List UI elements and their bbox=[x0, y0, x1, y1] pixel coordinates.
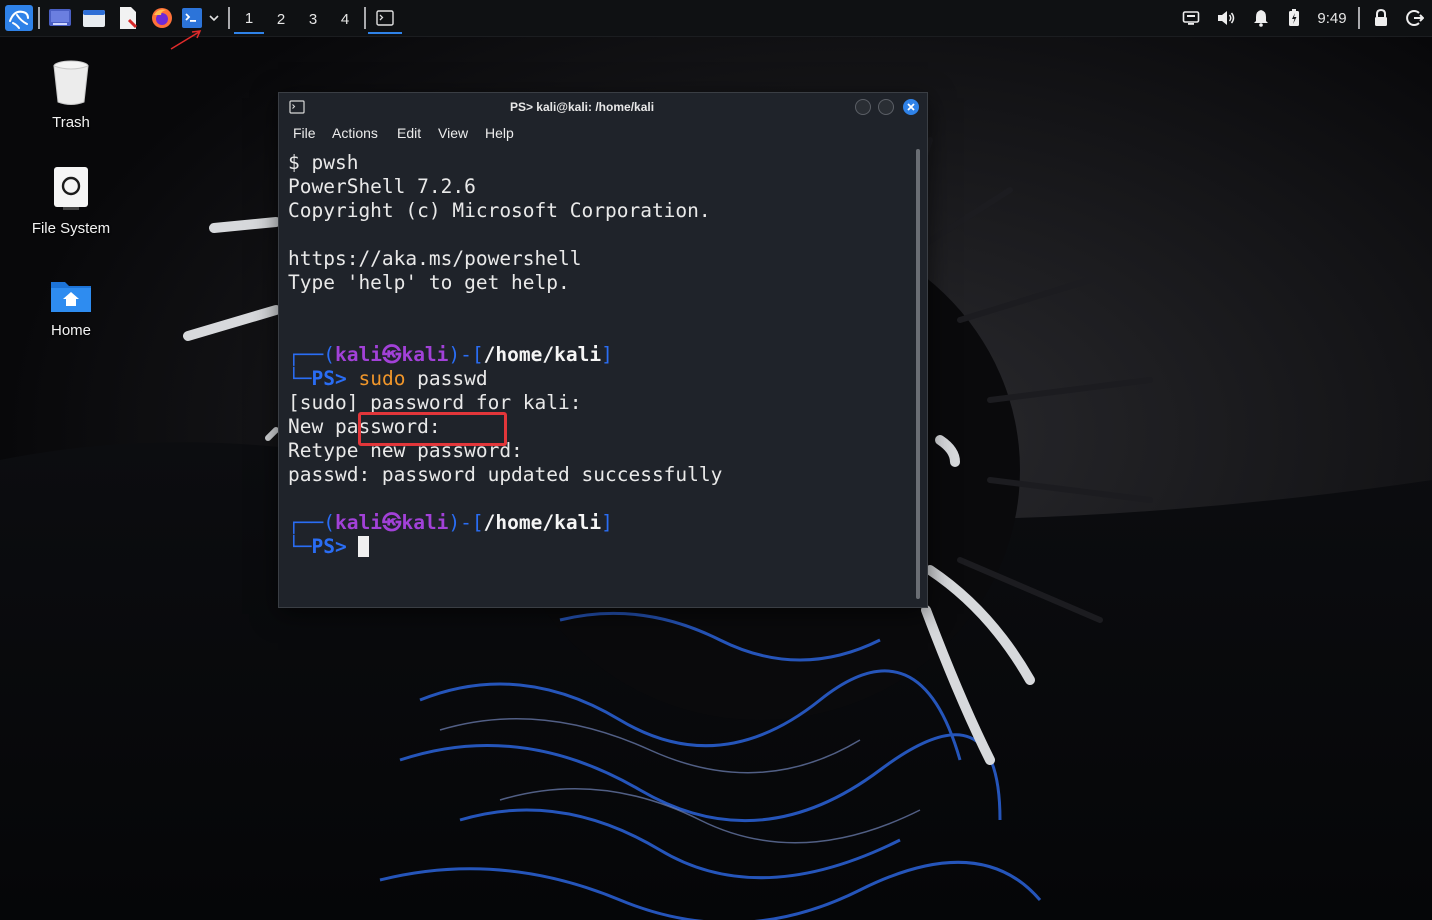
file-manager-launcher[interactable] bbox=[80, 4, 108, 32]
annotation-arrow bbox=[170, 30, 202, 50]
display-button[interactable] bbox=[1180, 6, 1202, 30]
taskbar-terminal-window[interactable] bbox=[368, 4, 402, 34]
output-line: https://aka.ms/powershell bbox=[288, 247, 582, 270]
output-line: PowerShell 7.2.6 bbox=[288, 175, 476, 198]
command-args: passwd bbox=[405, 367, 488, 390]
desktop-icon-trash[interactable]: Trash bbox=[16, 58, 126, 131]
output-line: $ pwsh bbox=[288, 151, 359, 174]
terminal-window[interactable]: PS> kali@kali: /home/kali File Actions E… bbox=[278, 92, 928, 608]
firefox-icon bbox=[152, 8, 172, 28]
terminal-icon bbox=[182, 8, 202, 28]
lock-screen-button[interactable] bbox=[1370, 6, 1392, 30]
file-manager-icon bbox=[83, 10, 105, 27]
clock-time: 9:49 bbox=[1317, 9, 1347, 27]
battery-icon bbox=[1289, 9, 1299, 26]
prompt-frame: )-[ bbox=[448, 511, 484, 534]
panel-separator bbox=[1358, 7, 1360, 29]
show-desktop-icon bbox=[49, 9, 71, 26]
drive-icon bbox=[54, 167, 88, 210]
notifications-button[interactable] bbox=[1250, 6, 1272, 30]
prompt-frame: )-[ bbox=[448, 343, 484, 366]
desktop-icon-file-system[interactable]: File System bbox=[16, 164, 126, 237]
prompt-user: kali bbox=[334, 343, 382, 366]
volume-button[interactable] bbox=[1214, 6, 1238, 30]
close-icon bbox=[907, 103, 915, 111]
home-folder-icon bbox=[51, 282, 91, 312]
annotation-highlight-box bbox=[358, 412, 507, 446]
prompt-at: ㉿ bbox=[381, 511, 402, 534]
window-titlebar[interactable]: PS> kali@kali: /home/kali bbox=[279, 93, 927, 121]
command-line: └─PS> sudo passwd bbox=[288, 367, 488, 391]
panel-separator bbox=[228, 7, 230, 29]
menu-file[interactable]: File bbox=[293, 125, 316, 141]
command-sudo: sudo bbox=[358, 367, 406, 390]
text-cursor bbox=[358, 536, 370, 557]
output-line: passwd: password updated successfully bbox=[288, 463, 723, 486]
output-line: Type 'help' to get help. bbox=[288, 271, 570, 294]
prompt-frame: ┌──( bbox=[288, 343, 335, 366]
display-icon bbox=[1182, 11, 1200, 25]
chevron-down-icon bbox=[209, 15, 219, 22]
prompt-frame: ┌──( bbox=[288, 511, 335, 534]
workspace-3[interactable]: 3 bbox=[298, 4, 328, 34]
workspace-2[interactable]: 2 bbox=[266, 4, 296, 34]
prompt-ps: PS> bbox=[311, 535, 347, 558]
workspace-4[interactable]: 4 bbox=[330, 4, 360, 34]
prompt-user: kali bbox=[334, 511, 382, 534]
menu-bar: File Actions Edit View Help bbox=[279, 121, 927, 147]
prompt-frame: ] bbox=[601, 343, 613, 366]
prompt-line: ┌──(kali㉿kali)-[/home/kali] bbox=[288, 511, 613, 535]
menu-actions[interactable]: Actions bbox=[332, 125, 378, 141]
text-editor-launcher[interactable] bbox=[114, 4, 142, 32]
prompt-line: ┌──(kali㉿kali)-[/home/kali] bbox=[288, 343, 613, 367]
prompt-host: kali bbox=[401, 511, 449, 534]
desktop-icon-label: Trash bbox=[52, 114, 90, 131]
output-line: Copyright (c) Microsoft Corporation. bbox=[288, 199, 711, 222]
prompt-frame: └─ bbox=[288, 535, 312, 558]
prompt-at: ㉿ bbox=[381, 343, 402, 366]
terminal-launcher-dropdown[interactable] bbox=[206, 4, 222, 32]
workspace-1[interactable]: 1 bbox=[234, 4, 264, 34]
prompt-cwd: /home/kali bbox=[483, 343, 602, 366]
logout-button[interactable] bbox=[1404, 6, 1426, 30]
command-line: └─PS> bbox=[288, 535, 370, 559]
prompt-frame: ] bbox=[601, 511, 613, 534]
terminal-window-icon bbox=[376, 10, 394, 26]
trash-icon bbox=[53, 60, 89, 105]
prompt-cwd: /home/kali bbox=[483, 511, 602, 534]
window-title: PS> kali@kali: /home/kali bbox=[509, 100, 655, 114]
top-panel: 1 2 3 4 9:49 bbox=[0, 0, 1432, 50]
menu-edit[interactable]: Edit bbox=[397, 125, 421, 141]
menu-view[interactable]: View bbox=[438, 125, 468, 141]
menu-help[interactable]: Help bbox=[485, 125, 514, 141]
show-desktop-button[interactable] bbox=[46, 4, 74, 32]
volume-icon bbox=[1218, 11, 1235, 25]
logout-icon bbox=[1406, 10, 1424, 26]
kali-menu-icon bbox=[5, 5, 33, 31]
clock[interactable]: 9:49 bbox=[1312, 6, 1352, 30]
prompt-ps: PS> bbox=[311, 367, 347, 390]
lock-icon bbox=[1375, 9, 1387, 26]
prompt-host: kali bbox=[401, 343, 449, 366]
notification-bell-icon bbox=[1254, 10, 1268, 27]
prompt-frame: └─ bbox=[288, 367, 312, 390]
minimize-button[interactable] bbox=[855, 99, 871, 115]
scrollbar-thumb[interactable] bbox=[916, 149, 920, 599]
terminal-output[interactable]: $ pwsh PowerShell 7.2.6 Copyright (c) Mi… bbox=[288, 149, 914, 599]
battery-button[interactable] bbox=[1284, 6, 1304, 30]
maximize-button[interactable] bbox=[878, 99, 894, 115]
panel-separator bbox=[364, 7, 366, 29]
close-button[interactable] bbox=[903, 99, 919, 115]
desktop-icon-label: File System bbox=[31, 220, 111, 237]
panel-separator bbox=[38, 7, 40, 29]
desktop-icon-label: Home bbox=[50, 322, 91, 339]
kali-menu-button[interactable] bbox=[4, 4, 34, 32]
text-editor-icon bbox=[120, 7, 138, 29]
desktop-icon-home[interactable]: Home bbox=[16, 276, 126, 339]
